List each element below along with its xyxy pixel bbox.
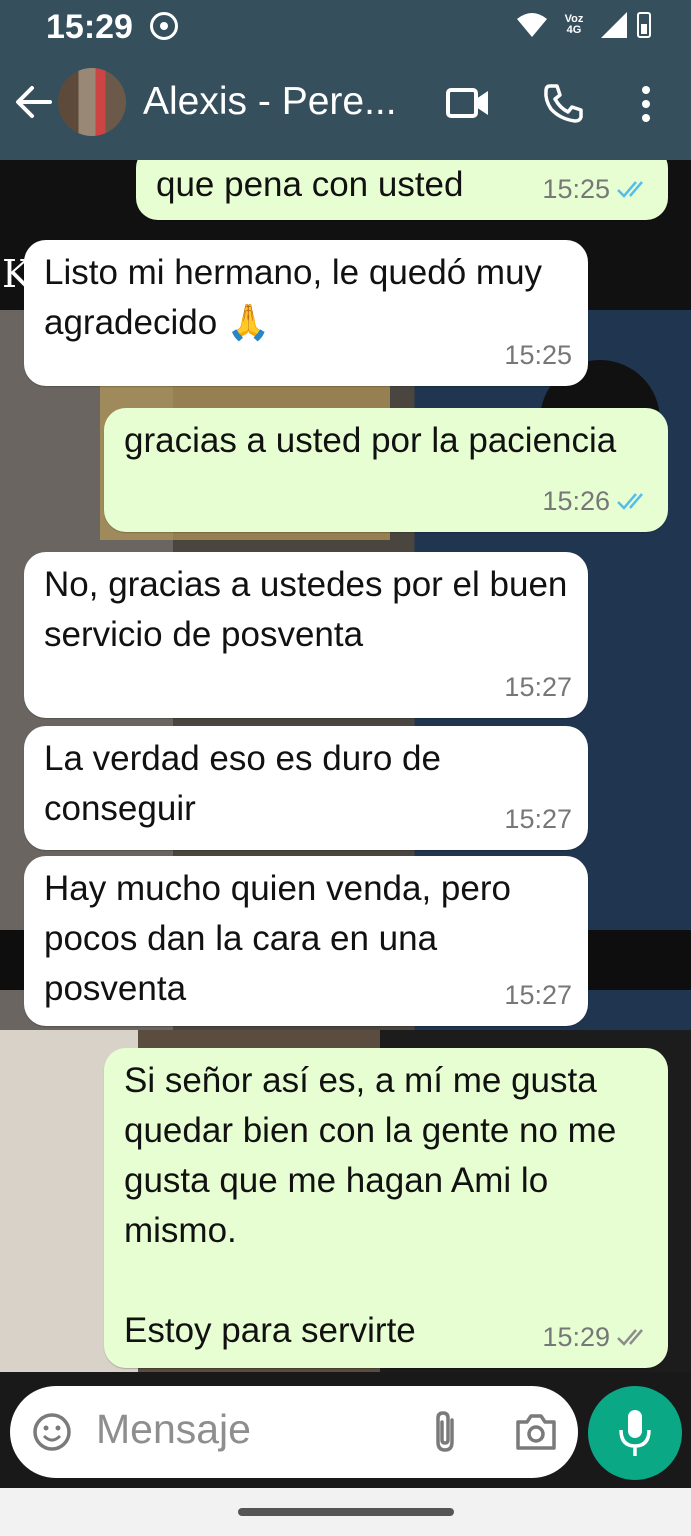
message-text: Listo mi hermano, le quedó muy agradecid… [44, 253, 552, 342]
message-meta: 15:27 [504, 970, 572, 1020]
delivered-ticks-icon [617, 1329, 643, 1346]
message-text: Hay mucho quien venda, pero pocos dan la… [44, 869, 521, 1008]
message-bubble[interactable]: que pena con usted 15:25 [136, 160, 668, 220]
read-ticks-icon [617, 181, 643, 198]
system-navigation-bar [0, 1488, 691, 1536]
network-label: Voz 4G [564, 13, 584, 36]
message-time: 15:27 [504, 672, 572, 702]
video-call-icon[interactable] [446, 86, 490, 120]
message-text: gracias a usted por la paciencia [124, 421, 617, 460]
contact-avatar[interactable] [58, 68, 126, 136]
message-text: La verdad eso es duro de conseguir [44, 739, 451, 828]
read-ticks-icon [617, 493, 643, 510]
composer-bar [0, 1372, 691, 1488]
status-time: 15:29 [46, 8, 133, 46]
voice-call-icon[interactable] [542, 82, 584, 124]
message-bubble[interactable]: Hay mucho quien venda, pero pocos dan la… [24, 856, 588, 1026]
message-meta: 15:25 [504, 330, 572, 380]
message-bubble[interactable]: La verdad eso es duro de conseguir 15:27 [24, 726, 588, 850]
camera-icon[interactable] [514, 1412, 558, 1452]
back-arrow-icon[interactable] [14, 82, 54, 122]
message-time: 15:26 [542, 486, 610, 516]
voice-message-button[interactable] [588, 1386, 682, 1480]
message-bubble[interactable]: Listo mi hermano, le quedó muy agradecid… [24, 240, 588, 386]
message-text: Si señor así es, a mí me gusta quedar bi… [124, 1061, 617, 1350]
status-icons: Voz 4G [517, 8, 651, 42]
chat-messages[interactable]: K que pena con usted 15:25 Listo mi herm… [0, 160, 691, 1372]
message-bubble[interactable]: No, gracias a ustedes por el buen servic… [24, 552, 588, 718]
wifi-icon [517, 13, 547, 37]
message-bubble[interactable]: Si señor así es, a mí me gusta quedar bi… [104, 1048, 668, 1368]
contact-name[interactable]: Alexis - Pere... [143, 80, 397, 124]
message-meta: 15:26 [542, 476, 652, 526]
message-time: 15:29 [542, 1322, 610, 1352]
chat-header: 15:29 Voz 4G Alexis - Pere... [0, 0, 691, 160]
message-meta: 15:27 [504, 662, 572, 712]
signal-icon [601, 12, 627, 38]
message-bubble[interactable]: gracias a usted por la paciencia 15:26 [104, 408, 668, 532]
emoji-icon[interactable] [32, 1412, 72, 1452]
microphone-icon [619, 1410, 651, 1456]
more-options-icon[interactable] [634, 84, 658, 124]
message-text: No, gracias a ustedes por el buen servic… [44, 565, 578, 654]
message-input[interactable] [96, 1406, 396, 1453]
message-time: 15:25 [504, 340, 572, 370]
message-meta: 15:27 [504, 794, 572, 844]
home-gesture-handle[interactable] [238, 1508, 454, 1516]
attach-icon[interactable] [428, 1408, 462, 1456]
message-time: 15:25 [542, 174, 610, 204]
message-meta: 15:29 [542, 1312, 652, 1362]
hotspot-icon [150, 12, 178, 40]
message-time: 15:27 [504, 980, 572, 1010]
message-meta: 15:25 [542, 164, 652, 214]
battery-icon [637, 12, 651, 38]
message-time: 15:27 [504, 804, 572, 834]
message-input-container[interactable] [10, 1386, 578, 1478]
